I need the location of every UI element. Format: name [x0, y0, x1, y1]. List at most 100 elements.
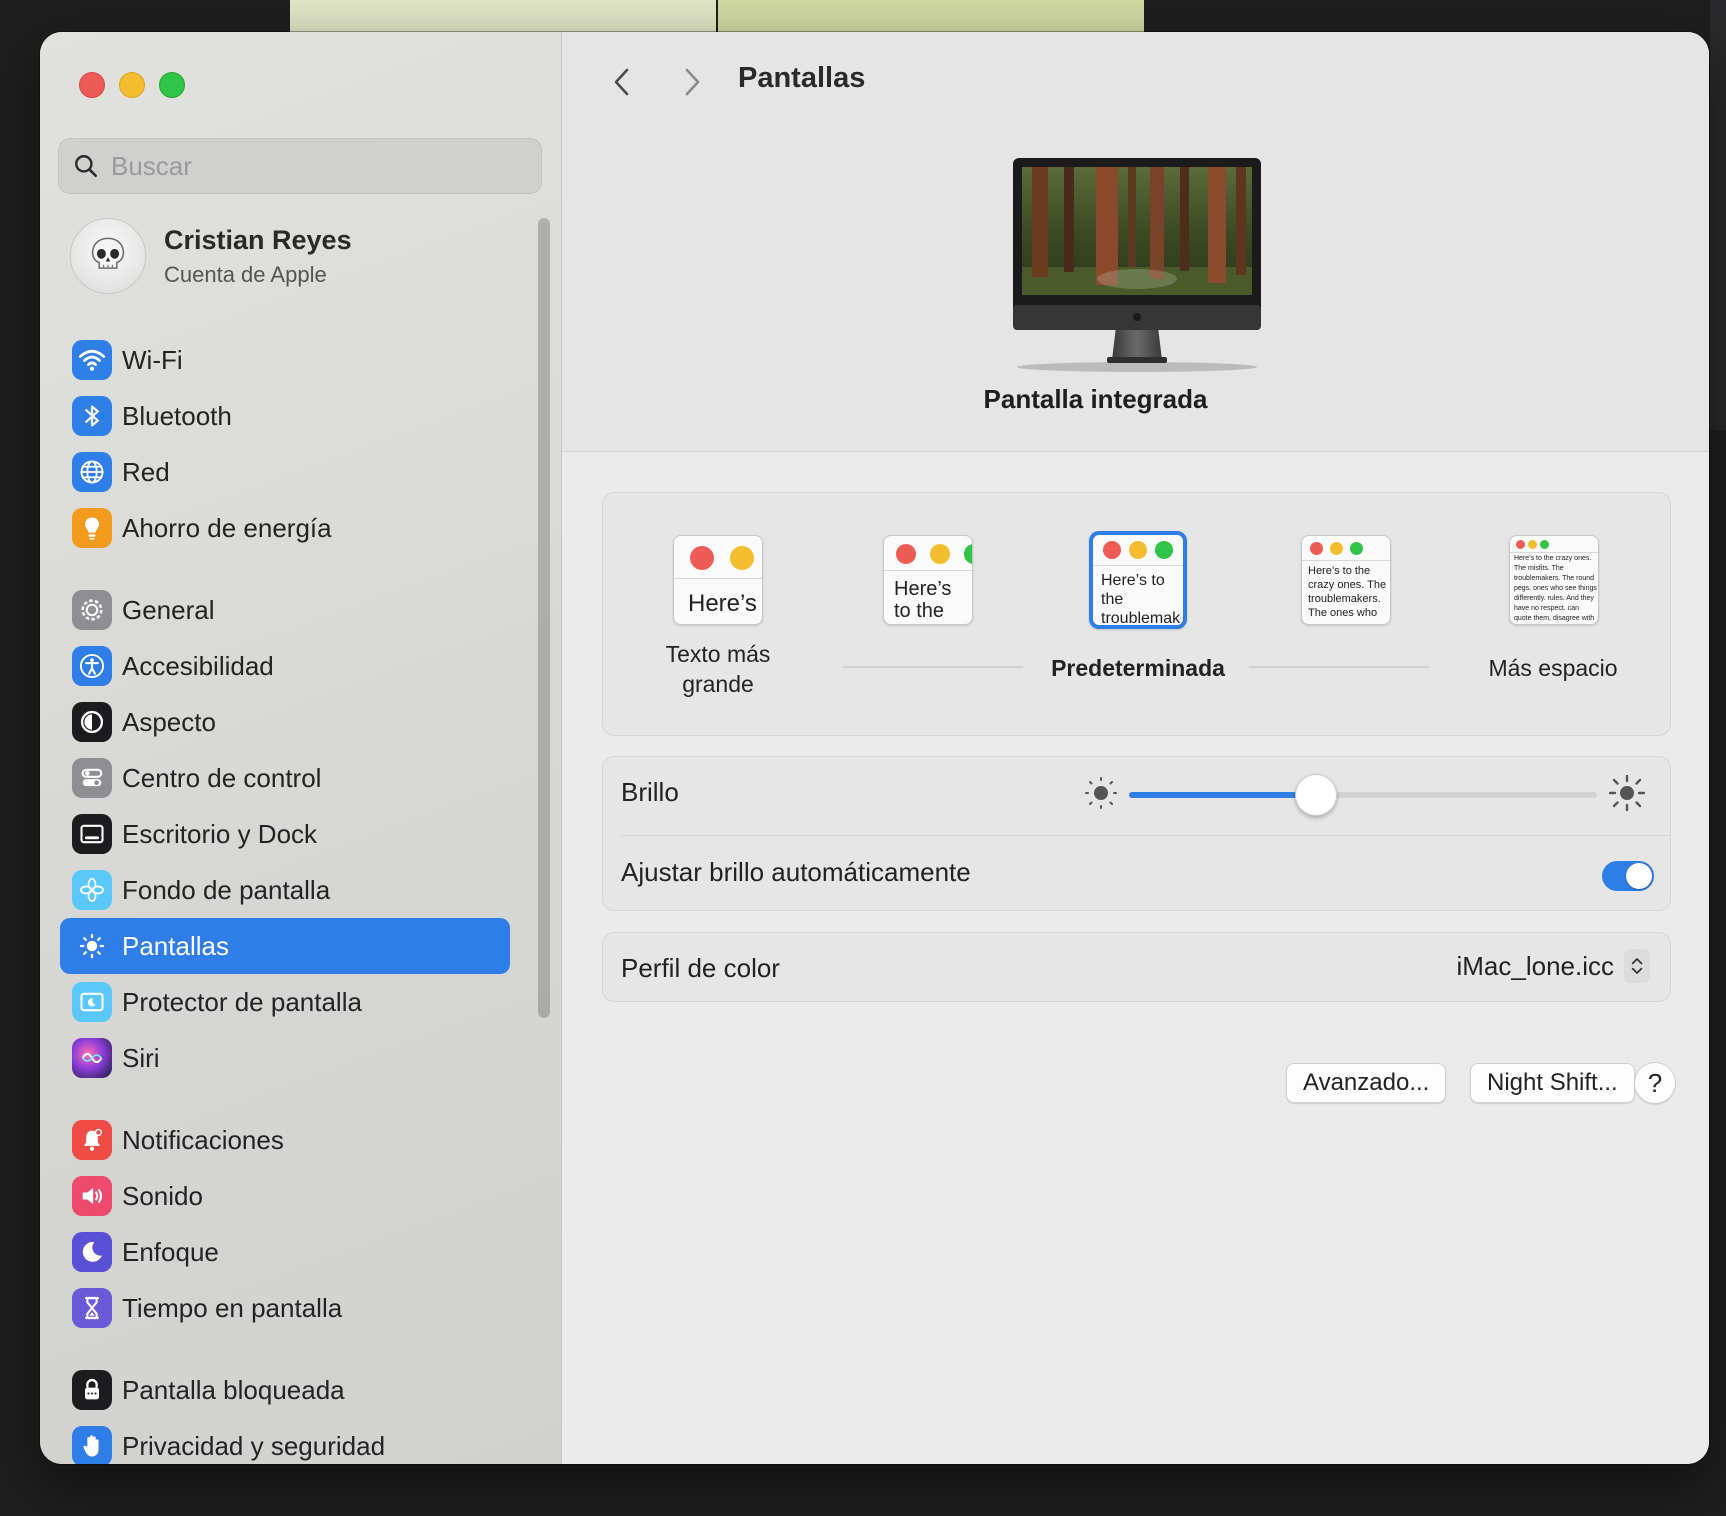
scale-line: [843, 666, 1023, 668]
sidebar-item-label: Red: [122, 456, 170, 487]
settings-window: Cristian Reyes Cuenta de Apple Wi-Fi Blu…: [40, 32, 1709, 1464]
display-header: Pantallas Pantalla integrada: [562, 32, 1709, 452]
brightness-slider-fill: [1129, 792, 1317, 798]
sidebar-item-screensaver[interactable]: Protector de pantalla: [60, 974, 510, 1030]
sidebar-item-wallpaper[interactable]: Fondo de pantalla: [60, 862, 510, 918]
dock-icon: [72, 814, 112, 854]
sidebar-item-wifi[interactable]: Wi-Fi: [60, 332, 510, 388]
moon-icon: [72, 1232, 112, 1272]
zoom-window-button[interactable]: [159, 72, 185, 98]
resolution-option-default[interactable]: Here’s to the troublemakers. The ones wh…: [1089, 531, 1187, 629]
search-icon: [75, 155, 98, 178]
sidebar-item-accessibility[interactable]: Accesibilidad: [60, 638, 510, 694]
night-shift-button[interactable]: Night Shift...: [1470, 1063, 1635, 1103]
search-input[interactable]: [111, 150, 511, 182]
row-divider: [621, 835, 1670, 836]
hand-icon: [72, 1426, 112, 1464]
sidebar-item-desktop-dock[interactable]: Escritorio y Dock: [60, 806, 510, 862]
sidebar-item-label: Centro de control: [122, 762, 322, 793]
back-button[interactable]: [604, 62, 640, 102]
sidebar-item-label: Protector de pantalla: [122, 986, 362, 1017]
sidebar-item-bluetooth[interactable]: Bluetooth: [60, 388, 510, 444]
sidebar-item-focus[interactable]: Enfoque: [60, 1224, 510, 1280]
sidebar-item-label: Notificaciones: [122, 1124, 284, 1155]
resolution-option-more-space[interactable]: Here’s to the crazy ones. The misfits. T…: [1509, 535, 1599, 625]
sidebar-item-appearance[interactable]: Aspecto: [60, 694, 510, 750]
sidebar-item-displays[interactable]: Pantallas: [60, 918, 510, 974]
sidebar-item-label: Pantalla bloqueada: [122, 1374, 345, 1405]
brightness-slider[interactable]: [1129, 774, 1597, 816]
color-profile-popup[interactable]: iMac_lone.icc: [1456, 949, 1650, 983]
brightness-slider-knob[interactable]: [1295, 774, 1338, 816]
close-window-button[interactable]: [79, 72, 105, 98]
color-profile-label: Perfil de color: [621, 953, 780, 983]
sidebar-item-siri[interactable]: Siri: [60, 1030, 510, 1086]
toggle-knob: [1626, 863, 1652, 889]
sidebar-item-label: Accesibilidad: [122, 650, 274, 681]
auto-brightness-toggle[interactable]: [1602, 861, 1654, 891]
page-title: Pantallas: [738, 62, 866, 94]
brightness-label: Brillo: [621, 777, 679, 807]
sun-large-icon: [1609, 775, 1645, 811]
accessibility-icon: [72, 646, 112, 686]
lightbulb-icon: [72, 508, 112, 548]
sidebar-item-label: Aspecto: [122, 706, 216, 737]
forward-button[interactable]: [674, 62, 710, 102]
sidebar-item-lock-screen[interactable]: Pantalla bloqueada: [60, 1362, 510, 1418]
sidebar-item-screen-time[interactable]: Tiempo en pantalla: [60, 1280, 510, 1336]
display-name: Pantalla integrada: [983, 384, 1208, 414]
resolution-option-4[interactable]: Here’s to the crazy ones. The troublemak…: [1301, 535, 1391, 625]
resolution-label-selected: Predeterminada: [1051, 655, 1225, 681]
sun-icon: [72, 926, 112, 966]
sidebar-item-network[interactable]: Red: [60, 444, 510, 500]
resolution-label: Texto más grande: [665, 641, 771, 697]
sidebar-item-label: Bluetooth: [122, 400, 232, 431]
lock-icon: [72, 1370, 112, 1410]
sidebar-item-label: Siri: [122, 1042, 160, 1073]
sidebar-item-label: Privacidad y seguridad: [122, 1430, 386, 1461]
sidebar-scrollbar[interactable]: [538, 218, 550, 1018]
resolution-label: Más espacio: [1488, 655, 1618, 681]
search-field[interactable]: [58, 138, 542, 194]
resolution-option-larger-text[interactable]: Here’s: [673, 535, 763, 625]
sidebar-item-control-center[interactable]: Centro de control: [60, 750, 510, 806]
minimize-window-button[interactable]: [119, 72, 145, 98]
help-button[interactable]: ?: [1634, 1062, 1676, 1104]
appearance-icon: [72, 702, 112, 742]
advanced-button[interactable]: Avanzado...: [1286, 1063, 1447, 1103]
scale-line: [1249, 666, 1429, 668]
sidebar-item-label: General: [122, 594, 215, 625]
sidebar-item-label: Pantallas: [122, 930, 229, 961]
sidebar-item-label: Ahorro de energía: [122, 512, 332, 543]
sidebar-item-general[interactable]: General: [60, 582, 510, 638]
sidebar-item-sound[interactable]: Sonido: [60, 1168, 510, 1224]
account-subtitle: Cuenta de Apple: [164, 261, 327, 287]
sidebar-item-label: Tiempo en pantalla: [122, 1292, 343, 1323]
bluetooth-icon: [72, 396, 112, 436]
wifi-icon: [72, 340, 112, 380]
sidebar-item-label: Sonido: [122, 1180, 203, 1211]
sidebar-item-privacy[interactable]: Privacidad y seguridad: [60, 1418, 510, 1464]
updown-chevron-icon: [1624, 949, 1650, 983]
sidebar-item-label: Fondo de pantalla: [122, 874, 331, 905]
globe-icon: [72, 452, 112, 492]
speaker-icon: [72, 1176, 112, 1216]
hourglass-icon: [72, 1288, 112, 1328]
sidebar-item-notifications[interactable]: Notificaciones: [60, 1112, 510, 1168]
background-strip: [718, 0, 1144, 32]
sidebar-item-energy[interactable]: Ahorro de energía: [60, 500, 510, 556]
resolution-option-2[interactable]: Here’s to the troublem: [883, 535, 973, 625]
sidebar-item-label: Wi-Fi: [122, 344, 183, 375]
bell-icon: [72, 1120, 112, 1160]
screensaver-icon: [72, 982, 112, 1022]
chevron-left-icon: [614, 68, 629, 96]
background-strip: [290, 0, 716, 32]
auto-brightness-label: Ajustar brillo automáticamente: [621, 857, 971, 887]
gear-icon: [72, 590, 112, 630]
control-center-icon: [72, 758, 112, 798]
resolution-preview-text: Here’s to the troublem: [894, 578, 952, 622]
apple-account[interactable]: Cristian Reyes Cuenta de Apple: [70, 218, 352, 294]
color-profile-card: Perfil de color iMac_lone.icc: [602, 932, 1671, 1002]
sun-small-icon: [1085, 777, 1117, 809]
account-name: Cristian Reyes: [164, 224, 352, 255]
